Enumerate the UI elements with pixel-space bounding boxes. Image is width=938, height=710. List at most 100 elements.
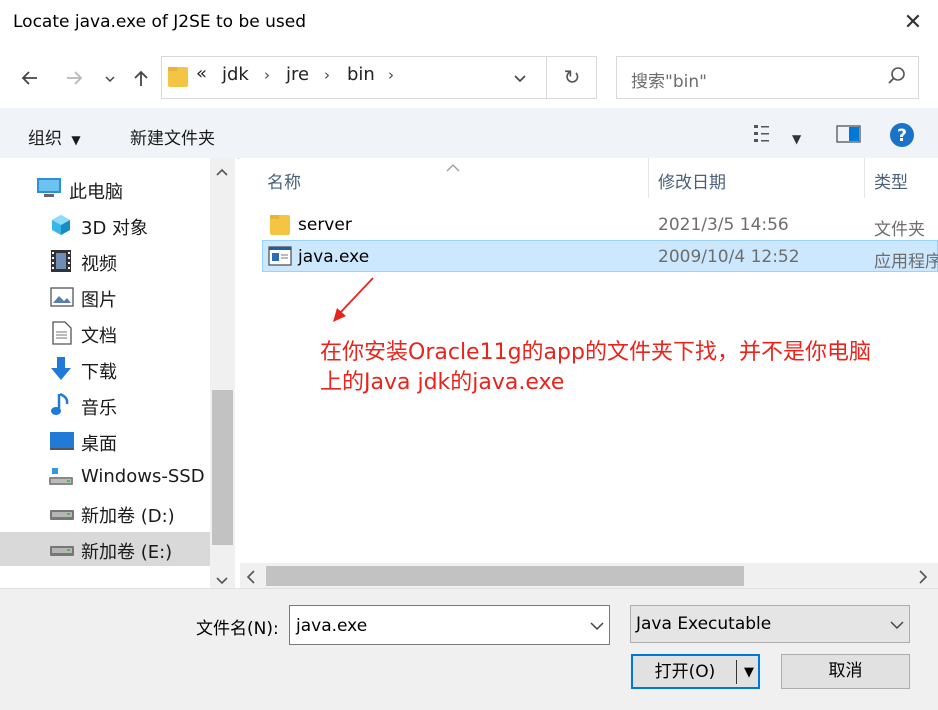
- chevron-down-icon: [105, 76, 115, 83]
- sort-ascending-icon: [446, 158, 460, 177]
- scroll-up-button[interactable]: [216, 166, 228, 180]
- annotation-text: 在你安装Oracle11g的app的文件夹下找，并不是你电脑 上的Java jd…: [320, 338, 920, 398]
- scroll-left-button[interactable]: [246, 569, 256, 588]
- up-button[interactable]: [128, 62, 154, 94]
- chevron-left-icon: [246, 570, 255, 584]
- recent-locations-button[interactable]: [101, 62, 119, 94]
- breadcrumb-jdk[interactable]: jdk: [222, 64, 249, 85]
- file-name: java.exe: [298, 247, 370, 267]
- chevron-down-icon: [216, 577, 228, 585]
- annotation-arrow-icon: [333, 277, 374, 322]
- table-row[interactable]: [262, 208, 938, 240]
- address-dropdown-button[interactable]: [512, 70, 528, 90]
- breadcrumb-overflow[interactable]: «: [196, 63, 207, 84]
- filename-dropdown-button[interactable]: [589, 618, 605, 637]
- drive-icon: [49, 507, 75, 526]
- scroll-right-button[interactable]: [918, 569, 928, 588]
- desktop-icon: [49, 431, 75, 455]
- chevron-up-icon: [216, 168, 228, 176]
- folder-icon: [167, 64, 189, 92]
- sidebar-item-label: 图片: [81, 290, 117, 311]
- sidebar-item-label: 视频: [81, 254, 117, 275]
- filetype-dropdown-button[interactable]: [889, 617, 905, 636]
- caret-down-icon: ▼: [71, 133, 81, 147]
- sidebar-item-label: 新加卷 (D:): [81, 506, 175, 527]
- chevron-down-icon: [590, 622, 604, 631]
- video-icon: [50, 249, 72, 277]
- split-divider: [736, 660, 737, 684]
- filename-label: 文件名(N):: [196, 619, 279, 639]
- documents-icon: [52, 321, 72, 349]
- file-type: 应用程序: [874, 252, 938, 272]
- change-view-button[interactable]: [753, 123, 781, 149]
- sidebar-scroll-thumb[interactable]: [212, 390, 233, 545]
- chevron-down-icon: [514, 75, 526, 83]
- window-title: Locate java.exe of J2SE to be used: [13, 12, 307, 32]
- hscroll-thumb[interactable]: [266, 566, 744, 586]
- column-header-date[interactable]: 修改日期: [658, 168, 726, 193]
- folder-icon: [269, 212, 291, 240]
- organize-label: 组织: [28, 129, 62, 149]
- sidebar-item-label: Windows-SSD: [81, 466, 205, 487]
- sidebar-item-label: 新加卷 (E:): [81, 542, 173, 563]
- back-arrow-icon: [21, 71, 37, 85]
- search-icon: [887, 66, 907, 90]
- chevron-right-icon: [919, 570, 928, 584]
- close-icon: ✕: [903, 10, 923, 35]
- open-button[interactable]: 打开(O) ▼: [631, 654, 760, 689]
- organize-button[interactable]: 组织 ▼: [28, 124, 81, 149]
- sidebar-item-label: 3D 对象: [81, 218, 149, 239]
- open-dropdown-caret-icon[interactable]: ▼: [740, 656, 758, 689]
- annotation-line-2: 上的Java jdk的java.exe: [320, 370, 565, 395]
- file-date: 2021/3/5 14:56: [658, 215, 789, 235]
- help-icon: ?: [890, 123, 914, 147]
- breadcrumb-jre[interactable]: jre: [286, 64, 309, 85]
- details-view-icon: [754, 125, 769, 142]
- svg-text:?: ?: [897, 126, 907, 146]
- filetype-value: Java Executable: [636, 614, 772, 634]
- breadcrumb-separator[interactable]: ›: [324, 66, 330, 84]
- refresh-icon: ↻: [563, 65, 581, 89]
- file-date: 2009/10/4 12:52: [658, 247, 800, 267]
- search-input[interactable]: 搜索"bin": [631, 67, 707, 92]
- back-button[interactable]: [16, 62, 44, 94]
- chevron-down-icon: [890, 621, 904, 630]
- column-header-name[interactable]: 名称: [267, 168, 301, 193]
- close-button[interactable]: ✕: [898, 8, 928, 38]
- file-name: server: [298, 215, 352, 235]
- music-icon: [51, 392, 71, 422]
- drive-icon: [48, 467, 74, 493]
- pictures-icon: [50, 287, 74, 311]
- cancel-button[interactable]: 取消: [781, 654, 910, 689]
- caret-down-icon: ▼: [792, 132, 802, 146]
- 3d-objects-icon: [49, 213, 73, 241]
- breadcrumb-separator[interactable]: ›: [264, 66, 270, 84]
- computer-icon: [36, 177, 62, 203]
- column-divider[interactable]: [648, 158, 649, 198]
- breadcrumb-separator[interactable]: ›: [388, 66, 394, 84]
- column-header-type[interactable]: 类型: [874, 168, 908, 193]
- open-button-label: 打开(O): [654, 662, 716, 682]
- breadcrumb-bin[interactable]: bin: [347, 64, 375, 85]
- new-folder-button[interactable]: 新建文件夹: [130, 124, 215, 149]
- filename-input[interactable]: java.exe: [296, 616, 367, 636]
- sidebar-item-label: 桌面: [81, 434, 117, 455]
- annotation-line-1: 在你安装Oracle11g的app的文件夹下找，并不是你电脑: [320, 340, 871, 365]
- help-button[interactable]: ?: [889, 122, 915, 152]
- column-divider[interactable]: [864, 158, 865, 198]
- preview-pane-icon: [836, 125, 861, 143]
- exe-icon: [268, 246, 292, 270]
- view-options-dropdown[interactable]: ▼: [792, 128, 801, 147]
- sidebar-item-label: 此电脑: [69, 182, 123, 203]
- sidebar-item-label: 文档: [81, 326, 117, 347]
- download-icon: [49, 356, 73, 386]
- preview-pane-button[interactable]: [836, 123, 862, 149]
- drive-icon: [49, 543, 75, 562]
- file-type: 文件夹: [874, 220, 925, 240]
- sidebar-item-label: 音乐: [81, 398, 117, 419]
- sidebar-item-label: 下载: [81, 362, 117, 383]
- forward-arrow-icon: [67, 71, 83, 85]
- up-arrow-icon: [134, 70, 148, 86]
- refresh-button[interactable]: ↻: [546, 57, 597, 98]
- forward-button[interactable]: [60, 62, 88, 94]
